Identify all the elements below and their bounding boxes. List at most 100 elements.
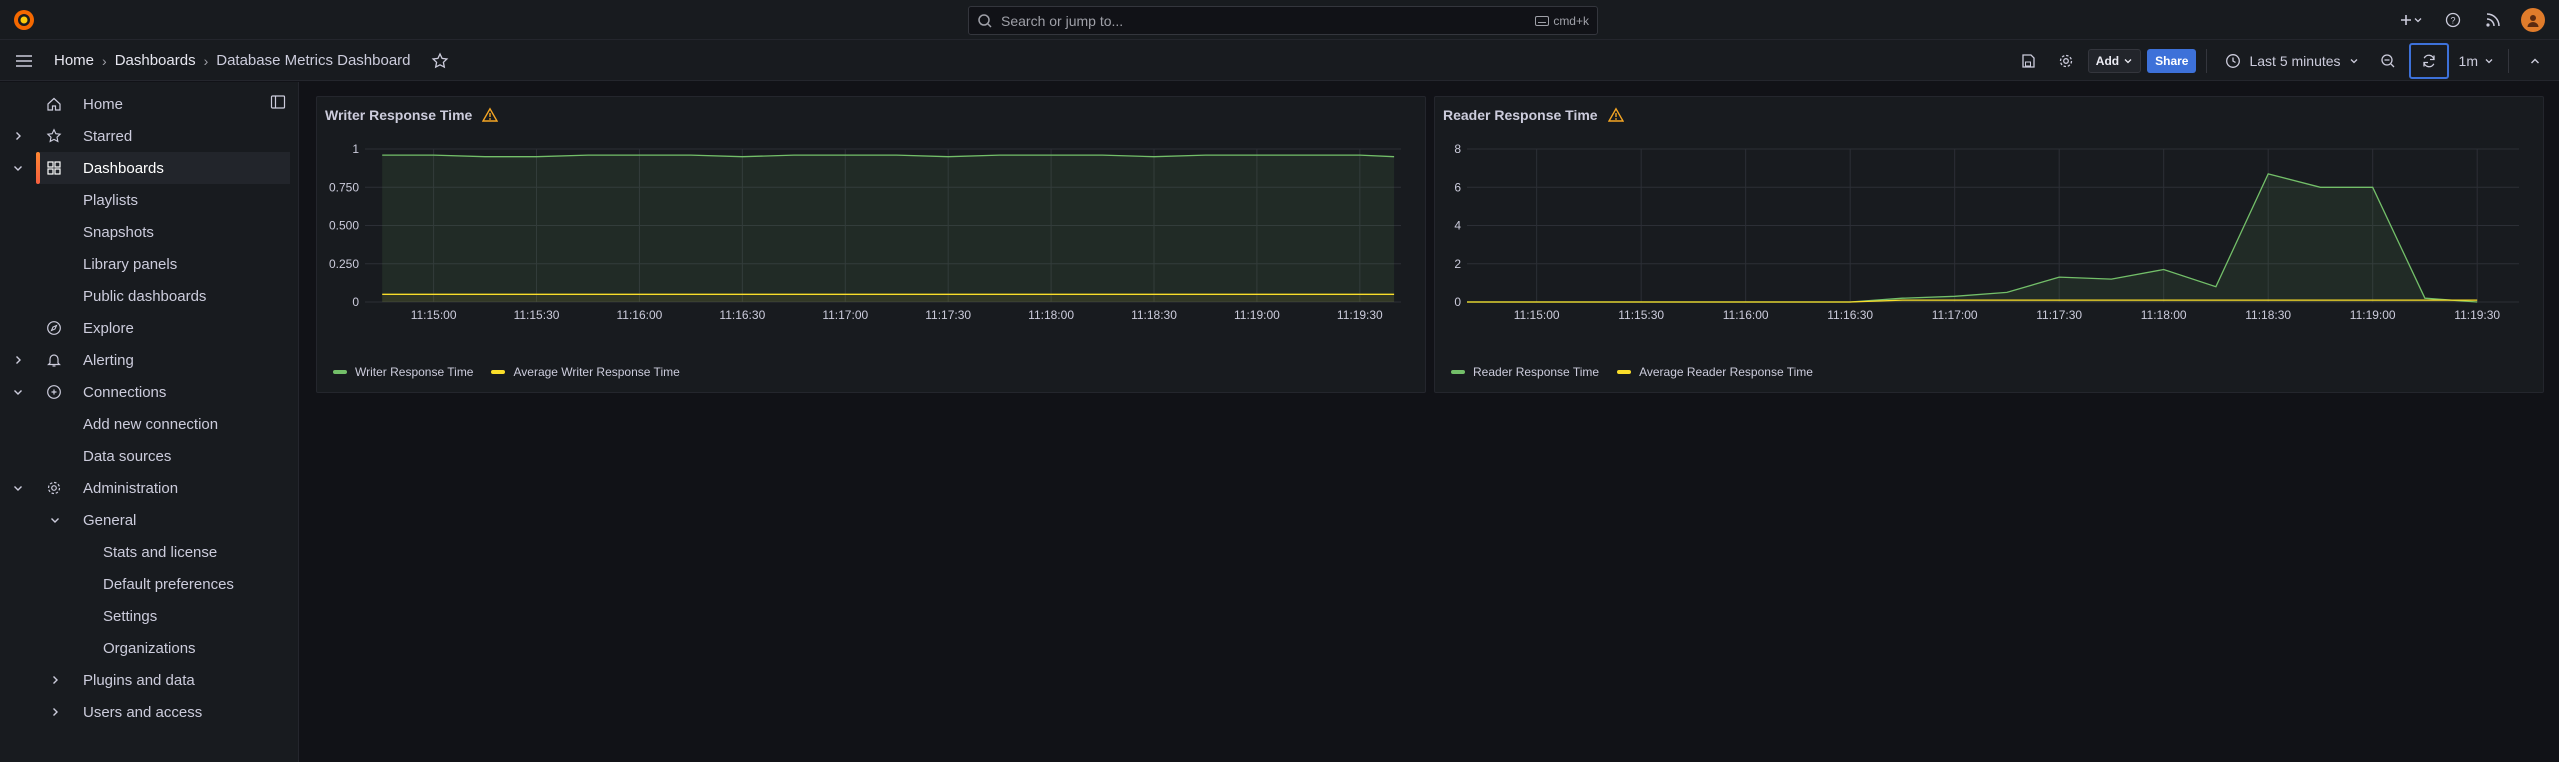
chevron-down-icon [2485,58,2493,63]
menu-icon[interactable] [14,51,34,71]
x-tick-label: 11:19:30 [2454,308,2500,322]
search-input[interactable]: Search or jump to... cmd+k [968,6,1598,35]
sidebar-item-snapshots[interactable]: Snapshots [83,216,154,248]
x-tick-label: 11:17:00 [1932,308,1978,322]
sidebar-item-playlists[interactable]: Playlists [83,184,138,216]
breadcrumb-dashboards[interactable]: Dashboards [115,52,196,69]
sidebar-item-starred[interactable]: Starred [0,120,299,152]
x-tick-label: 11:16:00 [617,308,663,322]
sidebar-item-library-panels[interactable]: Library panels [83,248,177,280]
sidebar-item-home[interactable]: Home [0,88,299,120]
refresh-interval-picker[interactable]: 1m [2455,47,2498,75]
chevron-down-icon [2414,18,2422,23]
sidebar-item-stats-and-license[interactable]: Stats and license [103,536,217,568]
series-area [382,155,1395,302]
y-tick-label: 2 [1454,257,1461,271]
grafana-logo[interactable] [12,8,36,32]
reader-response-chart[interactable]: 0 2 4 6 8 11:15:00 11:15:30 11:16:00 11:16:30 11:… [1435,135,2543,357]
sidebar-item-add-new-connection[interactable]: Add new connection [83,408,218,440]
help-button[interactable]: ? [2435,6,2471,34]
legend-item[interactable]: Writer Response Time [333,365,473,379]
plus-icon [2401,15,2411,25]
sidebar-item-default-preferences[interactable]: Default preferences [103,568,234,600]
dashboard-settings-button[interactable] [2050,47,2082,75]
panel-reader-response-time[interactable]: Reader Response Time 0 2 4 6 8 11:15:00 11:15:… [1434,96,2544,393]
time-range-picker[interactable]: Last 5 minutes [2217,47,2366,75]
chevron-down-icon[interactable] [12,482,24,494]
panel-title[interactable]: Reader Response Time [1443,107,1624,123]
y-tick-label: 0.500 [329,219,359,233]
x-tick-label: 11:18:00 [1028,308,1074,322]
sidebar-item-dashboards[interactable]: Dashboards [14,152,290,184]
legend-item[interactable]: Reader Response Time [1451,365,1599,379]
search-shortcut: cmd+k [1535,14,1589,28]
save-dashboard-button[interactable] [2012,47,2044,75]
sidebar-item-public-dashboards[interactable]: Public dashboards [83,280,206,312]
legend-item[interactable]: Average Reader Response Time [1617,365,1813,379]
chevron-right-icon[interactable] [49,674,61,686]
news-button[interactable] [2475,6,2511,34]
search-icon [978,13,992,28]
zoom-out-button[interactable] [2373,47,2403,75]
time-range-label: Last 5 minutes [2249,52,2341,69]
chevron-down-icon[interactable] [49,514,61,526]
panel-title[interactable]: Writer Response Time [325,107,499,123]
panel-writer-response-time[interactable]: Writer Response Time 0 0.250 0.500 0.750 1 11… [316,96,1426,393]
home-icon [47,97,61,111]
chevron-right-icon[interactable] [12,354,24,366]
profile-button[interactable] [2515,6,2551,34]
y-tick-label: 8 [1454,142,1461,156]
x-tick-label: 11:19:30 [1337,308,1383,322]
breadcrumb-separator-icon: › [203,52,209,69]
sidebar: Home Starred Dashboards Playlists Snapsh… [0,82,299,762]
refresh-button[interactable] [2408,42,2449,79]
warning-icon[interactable] [1607,107,1624,123]
collapse-toolbar-button[interactable] [2519,47,2551,75]
chevron-up-icon [2531,58,2539,63]
chevron-down-icon[interactable] [12,162,24,174]
clock-icon [2226,53,2241,68]
x-tick-label: 11:15:00 [411,308,457,322]
x-tick-label: 11:15:30 [1618,308,1664,322]
sidebar-item-explore[interactable]: Explore [0,312,299,344]
breadcrumb-current: Database Metrics Dashboard [216,52,411,69]
user-avatar-icon [2527,15,2539,27]
series-area [382,294,1395,302]
breadcrumb-home[interactable]: Home [54,52,94,69]
sidebar-item-users-and-access[interactable]: Users and access [0,696,299,728]
y-tick-label: 4 [1454,219,1461,233]
y-tick-label: 6 [1454,180,1461,194]
writer-response-chart[interactable]: 0 0.250 0.500 0.750 1 11:15:00 11:15:30 11:16:0… [317,135,1425,357]
chevron-down-icon [2350,58,2358,63]
sidebar-item-alerting[interactable]: Alerting [0,344,299,376]
series-area [1467,173,2478,302]
sidebar-item-data-sources[interactable]: Data sources [83,440,171,472]
legend-item[interactable]: Average Writer Response Time [491,365,680,379]
top-bar: Search or jump to... cmd+k ? [0,0,2559,40]
sidebar-item-plugins-and-data[interactable]: Plugins and data [0,664,299,696]
chevron-right-icon[interactable] [12,130,24,142]
y-tick-label: 0 [1454,295,1461,309]
star-icon[interactable] [431,51,449,70]
x-tick-label: 11:18:30 [2245,308,2291,322]
svg-text:?: ? [2450,16,2455,26]
dashboards-icon [47,161,61,175]
sidebar-item-administration[interactable]: Administration [0,472,299,504]
sidebar-item-organizations[interactable]: Organizations [103,632,196,664]
sidebar-item-settings[interactable]: Settings [103,600,157,632]
y-tick-label: 1 [352,142,359,156]
new-button[interactable] [2391,6,2431,34]
add-button[interactable]: Add [2087,48,2142,73]
refresh-icon [2422,54,2435,67]
sidebar-item-general[interactable]: General [0,504,299,536]
warning-icon[interactable] [482,107,499,123]
keyboard-icon [1535,15,1550,26]
chevron-down-icon[interactable] [12,386,24,398]
chevron-right-icon[interactable] [49,706,61,718]
x-tick-label: 11:19:00 [1234,308,1280,322]
sidebar-item-connections[interactable]: Connections [0,376,299,408]
share-button[interactable]: Share [2147,48,2197,73]
rss-icon [2486,13,2500,27]
compass-icon [47,321,61,335]
y-tick-label: 0.250 [329,257,359,271]
